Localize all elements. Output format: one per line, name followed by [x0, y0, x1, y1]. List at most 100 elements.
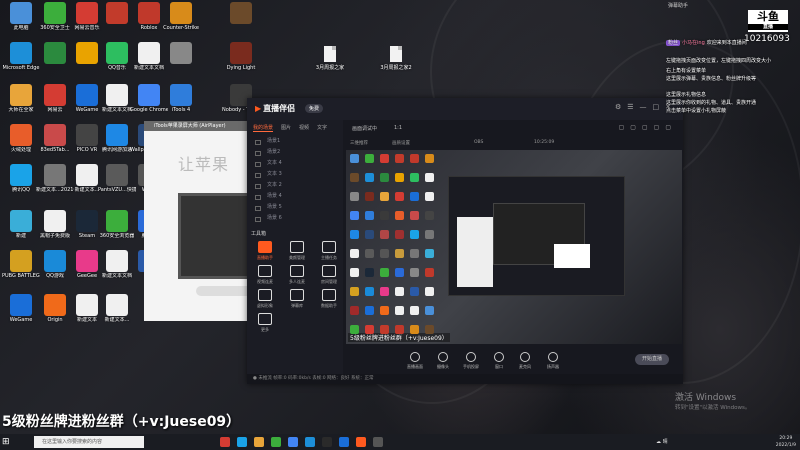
source-button[interactable]: 直播画面 [404, 352, 426, 370]
live-companion-window[interactable]: ▶ 直播伴侣 免费 ⚙☰—□✕ 我的场景 图片 视频 文字 场景1 场景2 文本 4 文本 3… [247, 98, 683, 384]
taskbar-search-input[interactable]: 在这里输入你要搜索的内容 [34, 436, 144, 448]
mirror-icon [365, 268, 374, 277]
desktop-icon[interactable]: PUBG BATTLEGR... [2, 250, 40, 279]
taskbar-app-icon[interactable] [356, 437, 366, 447]
toolbox-item[interactable]: 主播任务 [313, 241, 345, 261]
taskbar-app-icon[interactable] [237, 437, 247, 447]
desktop-icon-label: 网易云音乐 [74, 25, 100, 31]
taskbar-app-icon[interactable] [288, 437, 298, 447]
desktop-icon-label: Counter-Strike [163, 25, 199, 31]
weather-widget[interactable]: ☁ 晴 [656, 438, 668, 445]
scene-row[interactable]: 场景 5 [247, 202, 343, 213]
scene-row[interactable]: 文本 3 [247, 169, 343, 180]
taskbar-app-icon[interactable] [373, 437, 383, 447]
desktop-icon-label: 新建文本文档 [133, 65, 164, 71]
desktop-icon[interactable] [222, 2, 260, 25]
itools-window[interactable]: iTools苹果录屏大师 (AirPlayer) 让苹果 [144, 121, 260, 321]
scene-row[interactable]: 场景 6 [247, 213, 343, 224]
toolbox-item[interactable]: 房间管理 [313, 265, 345, 285]
desktop-icon[interactable] [162, 42, 200, 65]
clock-time: 20:29 [779, 436, 793, 441]
toolbox-item[interactable]: 数据助手 [313, 289, 345, 309]
tool-icon [258, 313, 272, 325]
toolbox-item[interactable]: 直播助手 [249, 241, 281, 261]
desktop-icon[interactable]: 腾讯QQ [2, 164, 40, 193]
desktop-icon[interactable]: 大师在全家 [2, 84, 40, 113]
app-icon [106, 294, 128, 316]
source-button[interactable]: 摄像头 [432, 352, 454, 370]
scene-row[interactable]: 场景1 [247, 136, 343, 147]
scene-row[interactable]: 文本 2 [247, 180, 343, 191]
mirror-icon [365, 173, 374, 182]
desktop-icon[interactable]: 此电脑 [2, 2, 40, 31]
scene-row[interactable]: 场景 4 [247, 191, 343, 202]
desktop-icon[interactable]: 新建 [2, 210, 40, 239]
taskbar-app-icon[interactable] [305, 437, 315, 447]
scene-tab[interactable]: 视频 [299, 124, 309, 132]
mirror-icon [425, 287, 434, 296]
source-button[interactable]: 麦克风 [514, 352, 536, 370]
taskbar-app-icon[interactable] [254, 437, 264, 447]
taskbar-app-icon[interactable] [322, 437, 332, 447]
taskbar-app-icon[interactable] [271, 437, 281, 447]
preview-sub-label[interactable]: 10:25:09 [534, 140, 554, 145]
version-badge[interactable]: 免费 [305, 104, 324, 113]
source-label: 直播画面 [407, 364, 423, 369]
live-preview[interactable]: 5级粉丝牌进粉丝群（+v:Juese09） [346, 150, 682, 344]
mirror-icon [425, 268, 434, 277]
preview-header: 画面调试中 1:1 ▢▢▢▢▢ [344, 120, 683, 138]
tool-label: 房间管理 [321, 279, 337, 284]
tool-label: 视频连麦 [257, 279, 273, 284]
desktop-file[interactable]: 3月周报之家 [300, 46, 360, 71]
mirror-icon [350, 230, 359, 239]
source-button[interactable]: 扬声器 [542, 352, 564, 370]
scene-tab[interactable]: 图片 [281, 124, 291, 132]
app-icon [44, 210, 66, 232]
desktop-file[interactable]: 3月周报之家2 [366, 46, 426, 71]
desktop-icon[interactable]: iTools 4 [162, 84, 200, 113]
scene-tabs: 我的场景 图片 视频 文字 [247, 120, 343, 136]
toolbox-item[interactable]: 更多 [249, 313, 281, 333]
desktop-icon[interactable]: 新建文本... [98, 294, 136, 323]
app-icon [44, 42, 66, 64]
source-icon [410, 352, 420, 362]
toolbox-item[interactable]: 虚拟形象 [249, 289, 281, 309]
mirror-icon [395, 192, 404, 201]
scene-row[interactable]: 文本 4 [247, 158, 343, 169]
preview-sub-label[interactable]: 画质设置 [392, 140, 410, 146]
desktop-icon[interactable]: Microsoft Edge [2, 42, 40, 71]
system-clock[interactable]: 20:29 2022/1/9 [776, 435, 796, 449]
desktop-icon[interactable]: WeGame [2, 294, 40, 323]
desktop-icon[interactable]: Counter-Strike [162, 2, 200, 31]
app-icon [138, 42, 160, 64]
chat-text: 这里展示你收到的礼物、道具、贵族开通 [666, 100, 757, 106]
source-button[interactable]: 手机投屏 [460, 352, 482, 370]
scene-tab[interactable]: 文字 [317, 124, 327, 132]
toolbox-item[interactable]: 多人连麦 [281, 265, 313, 285]
mirror-icon [410, 287, 419, 296]
app-icon [170, 84, 192, 106]
taskbar-app-icon[interactable] [339, 437, 349, 447]
tool-icon [258, 241, 272, 253]
toolbox-item[interactable]: 美颜管理 [281, 241, 313, 261]
desktop-icon[interactable]: 火绒处理 [2, 124, 40, 153]
source-button[interactable]: 窗口 [488, 352, 510, 370]
taskbar-app-icon[interactable] [220, 437, 230, 447]
scene-row[interactable]: 场景2 [247, 147, 343, 158]
aspect-ratio[interactable]: 1:1 [394, 125, 402, 131]
preview-sub-label[interactable]: 三维推荐 [350, 140, 368, 146]
windows-start-icon[interactable]: ⊞ [2, 437, 10, 447]
scene-tab[interactable]: 我的场景 [253, 124, 274, 132]
toolbox-item[interactable]: 视频连麦 [249, 265, 281, 285]
mirror-icon [380, 154, 389, 163]
desktop-icon[interactable]: Dying Light [222, 42, 260, 71]
app-icon [44, 250, 66, 272]
app-icon [106, 250, 128, 272]
chat-text: 点击菜单中设置小礼物屏蔽 [666, 108, 727, 114]
chat-message: 这里展示礼物信息 [666, 92, 796, 99]
mirror-icon [365, 287, 374, 296]
toolbox-item[interactable]: 弹幕库 [281, 289, 313, 309]
mirror-icon [365, 211, 374, 220]
preview-sub-label[interactable]: OBS [474, 140, 483, 145]
mirror-icon [425, 230, 434, 239]
